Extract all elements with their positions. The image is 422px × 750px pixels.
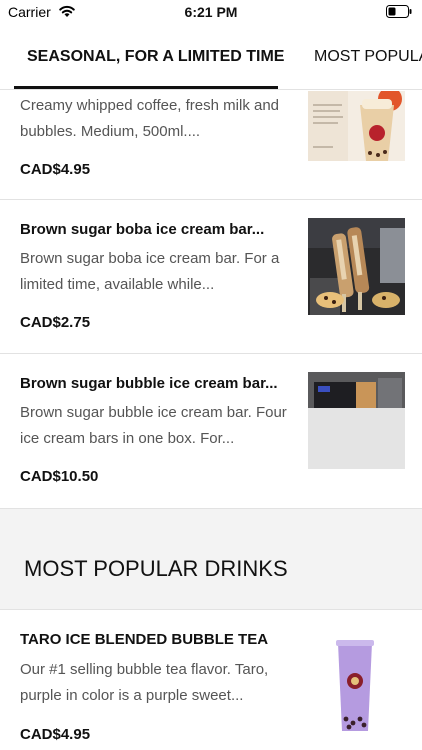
item-price: CAD$10.50 <box>20 468 99 485</box>
tab-seasonal[interactable]: SEASONAL, FOR A LIMITED TIME <box>27 48 284 66</box>
item-title: Brown sugar boba ice cream bar... <box>20 221 265 238</box>
menu-item-taro-bubble-tea[interactable]: TARO ICE BLENDED BUBBLE TEA Our #1 selli… <box>0 611 422 750</box>
whipped-coffee-photo <box>308 91 405 161</box>
item-title: TARO ICE BLENDED BUBBLE TEA <box>20 631 269 648</box>
item-price: CAD$2.75 <box>20 314 91 331</box>
item-description: Creamy whipped coffee, fresh milk and bu… <box>20 97 280 140</box>
menu-item-boba-ice-cream-bar[interactable]: Brown sugar boba ice cream bar... Brown … <box>0 200 422 353</box>
active-tab-indicator <box>14 86 278 89</box>
category-tabs: SEASONAL, FOR A LIMITED TIME MOST POPULA… <box>0 34 422 90</box>
menu-item-ice-cream-box[interactable]: Brown sugar bubble ice cream bar... Brow… <box>0 354 422 507</box>
ice-cream-box-photo <box>308 372 405 469</box>
taro-bubble-tea-photo <box>308 635 405 732</box>
ice-cream-bar-photo <box>308 218 405 315</box>
item-description: Brown sugar boba ice cream bar. For a li… <box>20 250 280 293</box>
tab-most-popular[interactable]: MOST POPULAR DRINKS <box>314 48 422 66</box>
item-description: Brown sugar bubble ice cream bar. Four i… <box>20 404 287 447</box>
section-header: MOST POPULAR DRINKS <box>0 508 422 610</box>
item-price: CAD$4.95 <box>20 726 91 743</box>
clock-time: 6:21 PM <box>184 4 238 20</box>
battery-icon <box>386 5 412 18</box>
menu-item-whipped-coffee[interactable]: Creamy whipped coffee, fresh milk and bu… <box>0 91 422 199</box>
item-description: Our #1 selling bubble tea flavor. Taro, … <box>20 661 269 704</box>
section-title: MOST POPULAR DRINKS <box>24 556 288 581</box>
status-bar: Carrier 6:21 PM <box>0 0 422 24</box>
item-price: CAD$4.95 <box>20 161 91 178</box>
item-title: Brown sugar bubble ice cream bar... <box>20 375 278 392</box>
